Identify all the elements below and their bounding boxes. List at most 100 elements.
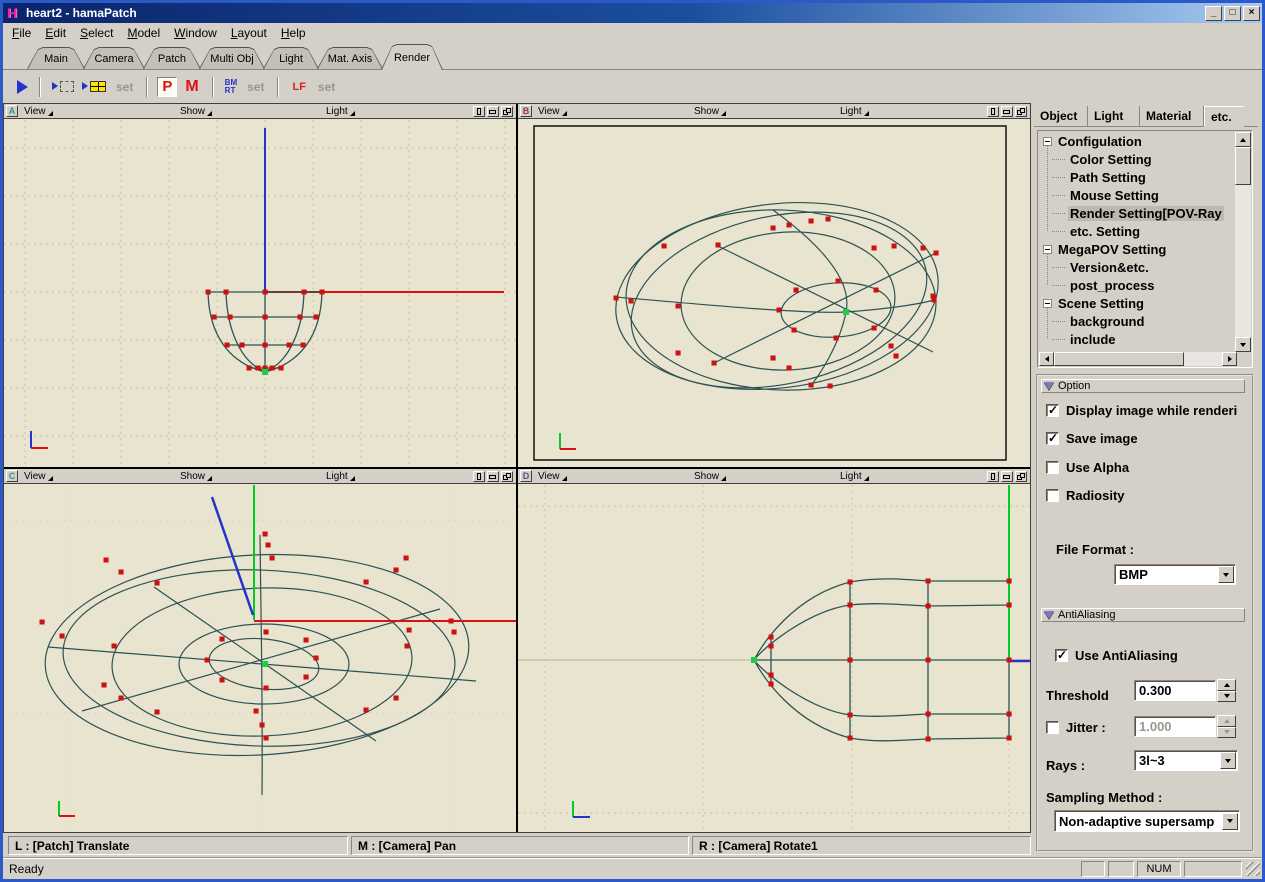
light-menu[interactable]: Light [840,104,869,119]
spin-up-button[interactable] [1217,679,1236,691]
tab-light[interactable]: Light [1088,106,1140,127]
tree-item-etc-setting[interactable]: etc. Setting [1039,222,1237,240]
bmrt-button[interactable]: BMRT [225,79,237,95]
titlebar[interactable]: H heart2 - hamaPatch _ □ × [3,3,1262,23]
tree-item-render-setting[interactable]: Render Setting[POV-Ray [1039,204,1237,222]
viewport-cascade-button[interactable] [501,471,513,482]
tab-patch[interactable]: Patch [143,47,201,69]
tree-item-configulation[interactable]: Configulation [1039,132,1237,150]
checkbox-checked[interactable] [1055,649,1068,662]
viewport-b-canvas[interactable] [518,120,1030,467]
resize-grip[interactable] [1246,862,1260,876]
tab-camera[interactable]: Camera [83,47,145,69]
tree-item-scene-setting[interactable]: Scene Setting [1039,294,1237,312]
rays-select[interactable]: 3l~3 [1134,750,1238,771]
viewport-cascade-button[interactable] [501,106,513,117]
use-alpha-checkbox-row[interactable]: Use Alpha [1046,460,1129,475]
viewport-cascade-button[interactable] [1015,471,1027,482]
menu-file[interactable]: File [5,24,38,42]
save-image-checkbox-row[interactable]: Save image [1046,431,1138,446]
checkbox-unchecked[interactable] [1046,721,1059,734]
viewport-horizontal-split-button[interactable] [1001,471,1013,482]
menu-help[interactable]: Help [274,24,313,42]
show-menu[interactable]: Show [180,469,212,484]
tab-material[interactable]: Material [1140,106,1204,127]
view-menu[interactable]: View [24,104,53,119]
show-menu[interactable]: Show [180,104,212,119]
light-menu[interactable]: Light [326,104,355,119]
dropdown-arrow-button[interactable] [1222,813,1238,830]
viewport-a-icon[interactable]: A [6,105,18,117]
light-menu[interactable]: Light [840,469,869,484]
scroll-left-button[interactable] [1039,352,1054,366]
collapse-icon[interactable] [1043,245,1052,254]
dropdown-arrow-button[interactable] [1218,566,1234,583]
threshold-input[interactable] [1134,680,1216,701]
render-grid-button[interactable] [82,81,106,92]
menu-edit[interactable]: Edit [38,24,73,42]
lf-button[interactable]: LF [292,81,305,93]
collapse-icon[interactable] [1043,299,1052,308]
view-menu[interactable]: View [538,104,567,119]
viewport-c-icon[interactable]: C [6,470,18,482]
spin-down-button[interactable] [1217,691,1236,703]
show-menu[interactable]: Show [694,469,726,484]
menu-select[interactable]: Select [73,24,120,42]
close-button[interactable]: × [1243,6,1260,21]
megapov-toggle-button[interactable]: M [185,78,198,96]
viewport-vertical-split-button[interactable] [987,471,999,482]
viewport-a-canvas[interactable] [4,120,516,467]
display-image-checkbox-row[interactable]: Display image while renderi [1046,403,1251,418]
viewport-c-canvas[interactable] [4,485,516,832]
tree-item-post-process[interactable]: post_process [1039,276,1237,294]
tree-item-color-setting[interactable]: Color Setting [1039,150,1237,168]
tab-etc[interactable]: etc. [1204,106,1244,127]
set-button-3[interactable]: set [318,80,335,94]
scroll-up-button[interactable] [1235,132,1251,147]
render-region-button[interactable] [52,81,74,92]
option-section-header[interactable]: Option [1041,379,1245,393]
maximize-button[interactable]: □ [1224,6,1241,21]
checkbox-checked[interactable] [1046,432,1059,445]
checkbox-unchecked[interactable] [1046,461,1059,474]
scroll-thumb[interactable] [1054,352,1184,366]
viewport-d-canvas[interactable] [518,485,1030,832]
tree-item-path-setting[interactable]: Path Setting [1039,168,1237,186]
antialiasing-section-header[interactable]: AntiAliasing [1041,608,1245,622]
tree-item-megapov-setting[interactable]: MegaPOV Setting [1039,240,1237,258]
viewport-vertical-split-button[interactable] [987,106,999,117]
viewport-horizontal-split-button[interactable] [487,471,499,482]
viewport-vertical-split-button[interactable] [473,471,485,482]
spin-down-button[interactable] [1217,727,1236,739]
tree-vertical-scrollbar[interactable] [1235,132,1251,352]
minimize-button[interactable]: _ [1205,6,1222,21]
jitter-spinner[interactable] [1217,715,1236,738]
menu-window[interactable]: Window [167,24,224,42]
view-menu[interactable]: View [538,469,567,484]
light-menu[interactable]: Light [326,469,355,484]
spin-up-button[interactable] [1217,715,1236,727]
set-button-2[interactable]: set [247,80,264,94]
use-antialiasing-checkbox-row[interactable]: Use AntiAliasing [1055,648,1178,663]
scroll-down-button[interactable] [1235,337,1251,352]
tree-item-version-etc[interactable]: Version&etc. [1039,258,1237,276]
dropdown-arrow-button[interactable] [1220,752,1236,769]
tree-item-mouse-setting[interactable]: Mouse Setting [1039,186,1237,204]
scroll-thumb[interactable] [1235,147,1251,185]
show-menu[interactable]: Show [694,104,726,119]
tab-object[interactable]: Object [1034,106,1088,127]
viewport-d-icon[interactable]: D [520,470,532,482]
checkbox-checked[interactable] [1046,404,1059,417]
viewport-vertical-split-button[interactable] [473,106,485,117]
menu-model[interactable]: Model [120,24,167,42]
viewport-horizontal-split-button[interactable] [487,106,499,117]
tab-render[interactable]: Render [381,44,443,70]
viewport-cascade-button[interactable] [1015,106,1027,117]
tab-mat-axis[interactable]: Mat. Axis [317,47,383,69]
jitter-checkbox-row[interactable]: Jitter : [1046,720,1106,735]
set-button-1[interactable]: set [116,80,133,94]
viewport-horizontal-split-button[interactable] [1001,106,1013,117]
checkbox-unchecked[interactable] [1046,489,1059,502]
tab-main[interactable]: Main [27,47,85,69]
menu-layout[interactable]: Layout [224,24,274,42]
